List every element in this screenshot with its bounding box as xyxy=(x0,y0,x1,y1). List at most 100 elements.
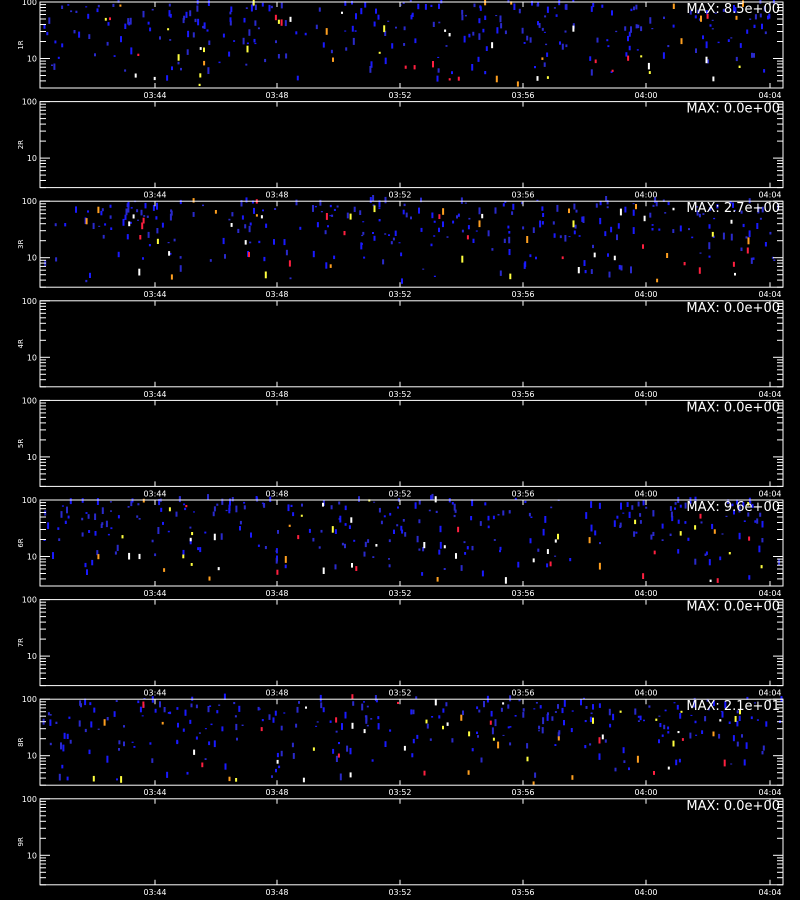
data-cell xyxy=(732,735,735,742)
data-cell xyxy=(98,225,101,227)
data-cell xyxy=(575,209,578,213)
data-cell xyxy=(280,725,283,731)
data-cell xyxy=(746,29,749,34)
data-cell xyxy=(666,253,669,258)
data-cell xyxy=(63,732,66,739)
data-cell xyxy=(504,30,507,35)
data-cell xyxy=(75,206,77,213)
data-cell xyxy=(431,493,434,501)
data-cell xyxy=(235,505,238,513)
data-cell xyxy=(542,717,545,725)
data-cell xyxy=(748,575,751,580)
data-cell xyxy=(360,8,363,15)
data-cell xyxy=(189,537,192,542)
data-cell xyxy=(49,742,52,746)
data-cell xyxy=(182,728,185,732)
data-cell xyxy=(64,520,67,524)
data-cell xyxy=(334,564,337,570)
data-cell xyxy=(418,499,421,505)
y-tick-label: 100 xyxy=(22,396,37,405)
data-cell xyxy=(468,33,471,38)
data-cell xyxy=(614,767,617,772)
data-cell xyxy=(189,10,192,17)
data-cell xyxy=(254,20,257,26)
data-cell xyxy=(502,734,505,736)
data-cell xyxy=(573,203,576,210)
data-cell xyxy=(208,741,211,746)
data-cell xyxy=(738,532,741,540)
data-cell xyxy=(628,767,630,771)
data-cell xyxy=(97,554,100,560)
data-cell xyxy=(478,18,481,24)
data-cell xyxy=(460,565,463,571)
data-cell xyxy=(611,10,613,16)
data-cell xyxy=(672,24,675,28)
data-cell xyxy=(62,744,65,752)
x-tick-label: 03:52 xyxy=(388,788,411,797)
data-cell xyxy=(565,4,568,10)
data-cell xyxy=(464,202,467,204)
data-cell xyxy=(151,539,154,543)
data-cell xyxy=(589,743,592,746)
y-tick-label: 100 xyxy=(22,695,37,704)
data-cell xyxy=(235,723,238,731)
data-cell xyxy=(198,732,201,734)
data-cell xyxy=(648,71,651,74)
data-cell xyxy=(349,772,352,778)
data-cell xyxy=(292,753,295,759)
data-cell xyxy=(730,219,733,224)
data-cell xyxy=(667,766,670,770)
data-cell xyxy=(711,19,714,21)
data-cell xyxy=(96,8,99,13)
data-cell xyxy=(475,230,478,232)
data-cell xyxy=(390,241,393,245)
y-tick-label: 100 xyxy=(22,0,37,7)
data-cell xyxy=(613,520,616,527)
data-cell xyxy=(288,260,291,267)
data-cell xyxy=(204,531,207,534)
data-cell xyxy=(698,267,701,274)
max-value-label: MAX: 0.0e+00 xyxy=(686,799,780,814)
data-cell xyxy=(418,207,420,214)
data-cell xyxy=(611,69,614,72)
data-cell xyxy=(761,751,764,755)
data-cell xyxy=(363,729,366,734)
x-tick-label: 03:56 xyxy=(511,788,534,797)
x-tick-label: 03:52 xyxy=(388,91,411,100)
data-cell xyxy=(163,568,166,572)
data-cell xyxy=(314,205,317,208)
data-cell xyxy=(371,759,374,762)
data-cell xyxy=(743,520,746,522)
data-cell xyxy=(268,4,271,12)
data-cell xyxy=(677,519,680,524)
data-cell xyxy=(216,710,219,714)
data-cell xyxy=(246,42,249,45)
data-cell xyxy=(648,705,651,708)
data-cell xyxy=(534,772,537,778)
data-cell xyxy=(535,256,537,260)
data-cell xyxy=(412,738,415,744)
data-cell xyxy=(339,515,342,523)
data-cell xyxy=(288,524,291,527)
data-cell xyxy=(107,22,110,26)
data-cell xyxy=(734,716,737,722)
data-cell xyxy=(213,740,216,748)
data-cell xyxy=(384,57,387,65)
data-cell xyxy=(228,218,231,221)
data-cell xyxy=(723,759,726,767)
data-cell xyxy=(535,702,538,704)
data-cell xyxy=(414,502,417,509)
data-cell xyxy=(388,558,390,560)
data-cell xyxy=(430,243,433,247)
data-cell xyxy=(361,234,364,237)
data-cell xyxy=(370,718,373,720)
data-cell xyxy=(384,196,387,204)
data-cell xyxy=(691,236,694,239)
data-cell xyxy=(364,541,367,548)
data-cell xyxy=(58,773,61,781)
data-cell xyxy=(444,29,447,32)
data-cell xyxy=(66,733,69,739)
data-cell xyxy=(563,700,566,707)
panel-9r: 100 109R MAX: 0.0e+00 03:44 03:48 03:52 03:56 0… xyxy=(17,795,784,897)
data-cell xyxy=(325,28,328,35)
